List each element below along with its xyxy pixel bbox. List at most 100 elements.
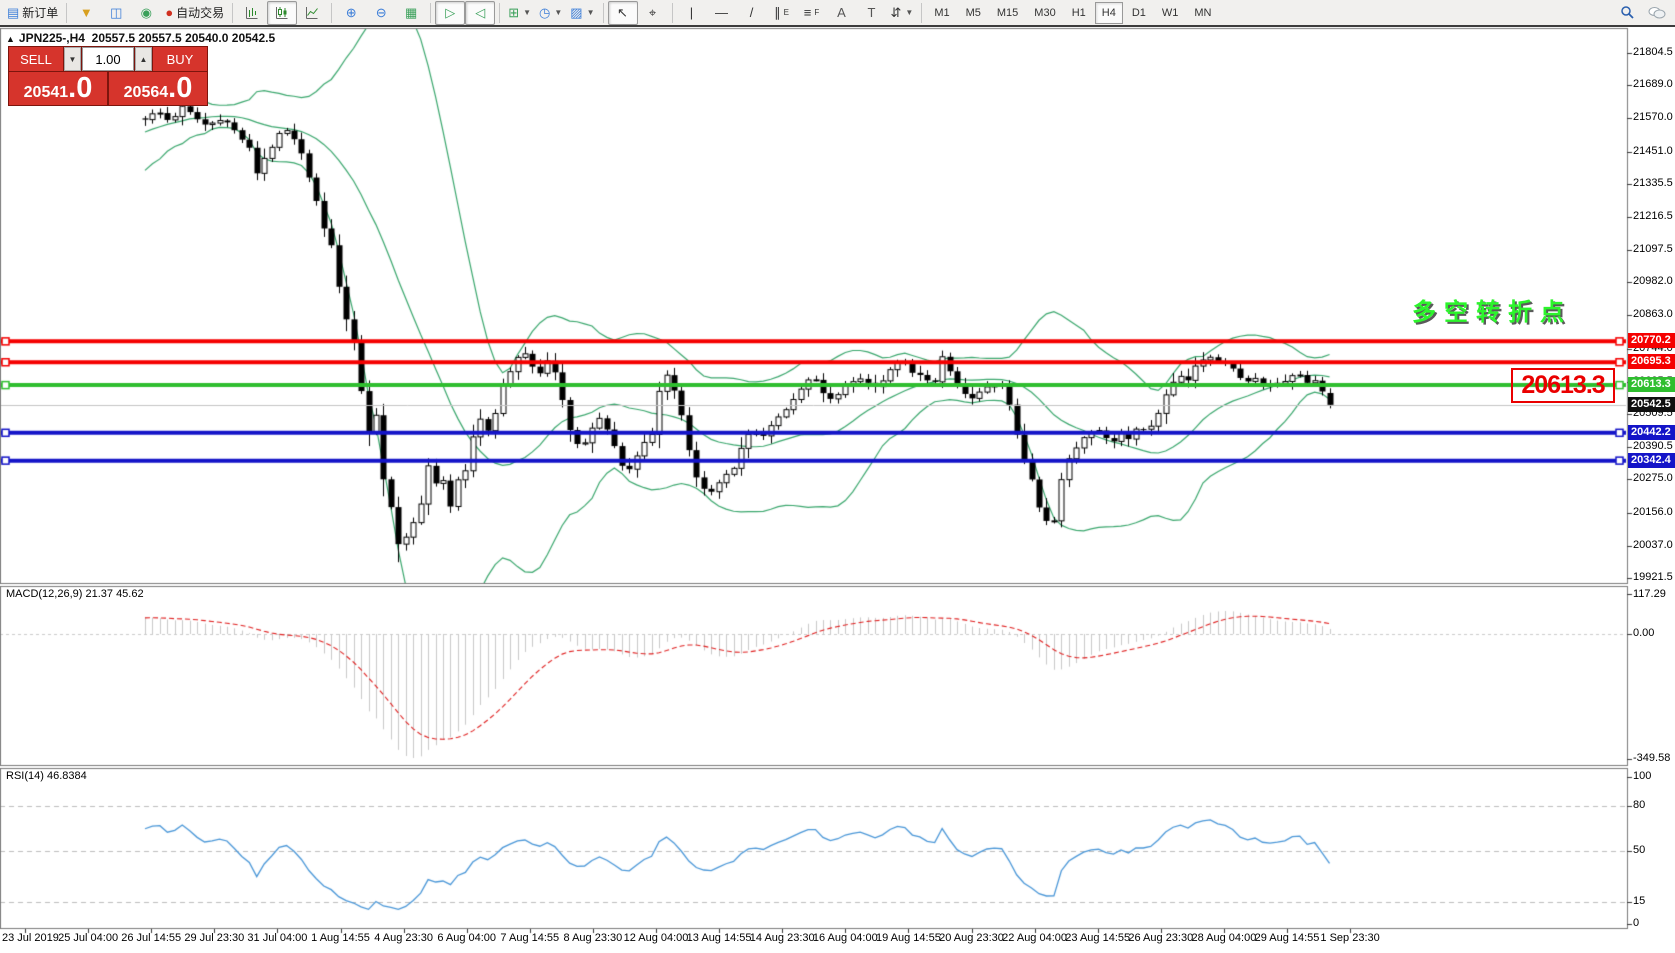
sell-price-button[interactable]: 20541.0 [9, 72, 107, 105]
bar-chart-button[interactable] [237, 1, 267, 25]
timeframe-button-m15[interactable]: M15 [990, 2, 1025, 24]
icon-subscript: F [814, 8, 819, 17]
buy-price-button[interactable]: 20564.0 [109, 72, 207, 105]
market-watch-button[interactable]: ◫ [101, 1, 131, 25]
macd-tick-label: 117.29 [1633, 588, 1666, 600]
dropdown-arrow-icon[interactable]: ▼ [554, 8, 562, 17]
tile-windows-button[interactable]: ▦ [396, 1, 426, 25]
crosshair-button[interactable]: ⌖ [638, 1, 668, 25]
vertical-line-icon: | [690, 6, 693, 19]
timeframe-button-w1[interactable]: W1 [1155, 2, 1186, 24]
price-tick-label: 21216.5 [1633, 210, 1673, 222]
time-tick-label: 23 Aug 14:55 [1065, 932, 1130, 944]
dropdown-arrow-icon[interactable]: ▼ [587, 8, 595, 17]
time-tick-label: 6 Aug 04:00 [437, 932, 496, 944]
rsi-tick-label: 100 [1633, 770, 1651, 782]
price-tick-label: 20275.0 [1633, 472, 1673, 484]
time-tick-label: 13 Aug 14:55 [687, 932, 752, 944]
line-chart-button[interactable] [297, 1, 327, 25]
rsi-tick-label: 50 [1633, 844, 1645, 856]
text-button[interactable]: A [827, 1, 857, 25]
icon-subscript: E [784, 8, 789, 17]
dropdown-arrow-icon[interactable]: ▼ [905, 8, 913, 17]
equidistant-channel-icon: ∥ [774, 6, 781, 19]
time-tick-label: 26 Aug 23:30 [1128, 932, 1193, 944]
time-tick-label: 1 Aug 14:55 [311, 932, 370, 944]
price-line-badge: 20770.2 [1628, 333, 1675, 348]
chart-profile-icon: ▼ [80, 6, 93, 19]
arrows-icon: ⇵ [891, 6, 902, 19]
chart-canvas[interactable] [0, 0, 1675, 953]
text-label-icon: T [868, 6, 876, 19]
templates-button[interactable]: ▨▼ [566, 1, 598, 25]
price-tick-label: 20037.0 [1633, 539, 1673, 551]
toolbar-separator [921, 3, 922, 23]
timeframe-button-m1[interactable]: M1 [927, 2, 956, 24]
volume-decrease-button[interactable]: ▼ [64, 47, 81, 71]
sell-price-main: 20541 [24, 76, 69, 109]
periods-button[interactable]: ◷▼ [535, 1, 566, 25]
timeframe-button-m30[interactable]: M30 [1027, 2, 1062, 24]
add-indicator-button[interactable]: ⊞▼ [504, 1, 535, 25]
timeframe-button-m5[interactable]: M5 [959, 2, 988, 24]
dropdown-arrow-icon[interactable]: ▼ [523, 8, 531, 17]
timeframe-button-h4[interactable]: H4 [1095, 2, 1123, 24]
equidistant-channel-button[interactable]: ∥E [767, 1, 797, 25]
chart-profile-button[interactable]: ▼ [71, 1, 101, 25]
volume-increase-button[interactable]: ▲ [135, 47, 152, 71]
bar-chart-icon [245, 6, 259, 19]
candlestick-chart-button[interactable] [267, 1, 297, 25]
new-order-button[interactable]: ▤新订单 [3, 1, 62, 25]
time-tick-label: 19 Aug 14:55 [876, 932, 941, 944]
toolbar-separator [672, 3, 673, 23]
time-tick-label: 1 Sep 23:30 [1320, 932, 1379, 944]
data-window-button[interactable]: ◉ [131, 1, 161, 25]
templates-icon: ▨ [570, 6, 582, 19]
macd-indicator-label: MACD(12,26,9) 21.37 45.62 [6, 588, 144, 600]
one-click-trading-panel: SELL ▼ ▲ BUY 20541.0 20564.0 [8, 46, 208, 106]
timeframe-button-d1[interactable]: D1 [1125, 2, 1153, 24]
chart-shift-button[interactable]: ◁ [465, 1, 495, 25]
timeframe-button-h1[interactable]: H1 [1065, 2, 1093, 24]
time-tick-label: 29 Aug 14:55 [1255, 932, 1320, 944]
auto-trading-button[interactable]: ●自动交易 [161, 1, 228, 25]
time-tick-label: 29 Jul 23:30 [184, 932, 244, 944]
turning-point-annotation[interactable]: 多空转折点 [1412, 292, 1572, 327]
price-tick-label: 20863.0 [1633, 308, 1673, 320]
price-tick-label: 20156.0 [1633, 506, 1673, 518]
collapse-arrow-icon[interactable]: ▲ [6, 34, 15, 44]
zoom-out-button[interactable]: ⊖ [366, 1, 396, 25]
search-button[interactable] [1612, 1, 1642, 25]
time-tick-label: 12 Aug 04:00 [624, 932, 689, 944]
auto-scroll-button[interactable]: ▷ [435, 1, 465, 25]
arrows-button[interactable]: ⇵▼ [887, 1, 918, 25]
time-tick-label: 23 Jul 2019 [2, 932, 59, 944]
trendline-button[interactable]: / [737, 1, 767, 25]
text-label-button[interactable]: T [857, 1, 887, 25]
auto-scroll-icon: ▷ [445, 6, 455, 19]
price-tick-label: 20390.5 [1633, 440, 1673, 452]
cursor-button[interactable]: ↖ [608, 1, 638, 25]
timeframe-button-mn[interactable]: MN [1187, 2, 1218, 24]
volume-input[interactable] [82, 47, 134, 71]
fibonacci-icon: ≡ [804, 6, 812, 19]
boxed-price-annotation[interactable]: 20613.3 [1511, 368, 1615, 403]
chat-button[interactable] [1642, 1, 1672, 25]
zoom-out-icon: ⊖ [376, 6, 387, 19]
horizontal-line-button[interactable]: — [707, 1, 737, 25]
vertical-line-button[interactable]: | [677, 1, 707, 25]
time-tick-label: 14 Aug 23:30 [750, 932, 815, 944]
toolbar-separator [66, 3, 67, 23]
macd-tick-label: -349.58 [1633, 752, 1670, 764]
buy-button[interactable]: BUY [153, 47, 207, 71]
time-tick-label: 8 Aug 23:30 [564, 932, 623, 944]
time-axis[interactable]: 23 Jul 201925 Jul 04:0026 Jul 14:5529 Ju… [0, 932, 1675, 952]
price-axis[interactable]: 21804.521689.021570.021451.021335.521216… [1628, 29, 1675, 953]
data-window-icon: ◉ [141, 6, 152, 19]
fibonacci-button[interactable]: ≡F [797, 1, 827, 25]
zoom-in-button[interactable]: ⊕ [336, 1, 366, 25]
sell-button[interactable]: SELL [9, 47, 63, 71]
toolbar-separator [499, 3, 500, 23]
price-tick-label: 21689.0 [1633, 78, 1673, 90]
auto-trading-icon: ● [165, 6, 173, 19]
